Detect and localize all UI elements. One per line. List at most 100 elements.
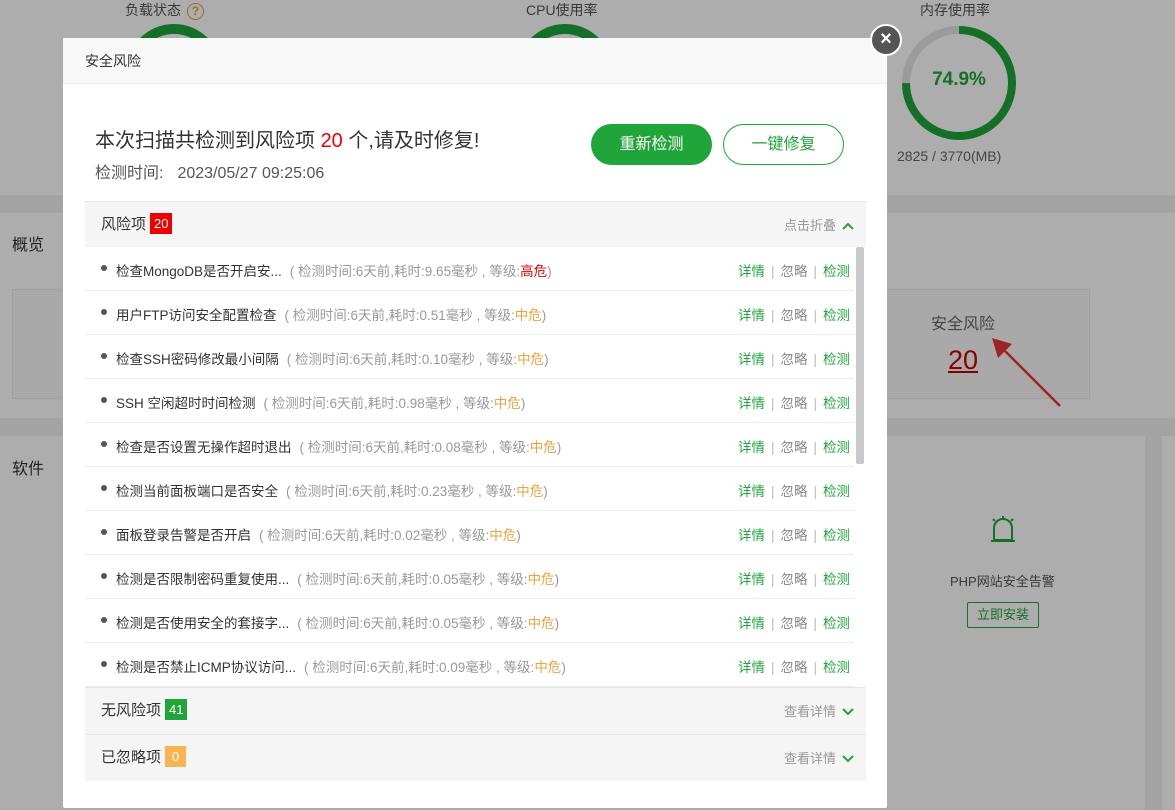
ignored-count-badge: 0 <box>165 746 187 767</box>
risk-item-actions: 详情 | 忽略 | 检测 <box>738 656 850 676</box>
separator: | <box>813 528 817 543</box>
risk-level: 中危 <box>493 396 521 411</box>
separator: | <box>813 352 817 367</box>
ignore-link[interactable]: 忽略 <box>780 440 807 455</box>
risk-item-meta: ( 检测时间:6天前,耗时:0.51毫秒 , 等级:中危) <box>284 308 547 323</box>
separator: | <box>813 396 817 411</box>
risk-level: 中危 <box>517 352 545 367</box>
separator: | <box>770 572 775 587</box>
bullet-icon <box>101 353 107 359</box>
risk-item: 检查是否设置无操作超时退出 ( 检测时间:6天前,耗时:0.08毫秒 , 等级:中… <box>85 423 854 467</box>
risk-item: 检测当前面板端口是否安全 ( 检测时间:6天前,耗时:0.23毫秒 , 等级:中危… <box>85 467 854 511</box>
ignore-link[interactable]: 忽略 <box>780 264 807 279</box>
ignore-link[interactable]: 忽略 <box>780 396 807 411</box>
ignore-link[interactable]: 忽略 <box>780 616 807 631</box>
ignore-link[interactable]: 忽略 <box>780 484 807 499</box>
bullet-icon <box>101 661 107 667</box>
detail-link[interactable]: 详情 <box>738 352 765 367</box>
risk-item-actions: 详情 | 忽略 | 检测 <box>738 568 850 588</box>
detail-link[interactable]: 详情 <box>738 528 765 543</box>
risk-level: 中危 <box>489 528 517 543</box>
expand-toggle[interactable]: 查看详情 <box>784 688 854 735</box>
detail-link[interactable]: 详情 <box>738 264 765 279</box>
ignored-group-header[interactable]: 已忽略项 0 查看详情 <box>85 734 866 781</box>
detail-link[interactable]: 详情 <box>738 660 765 675</box>
dialog-title: 安全风险 <box>63 38 887 84</box>
risk-item-actions: 详情 | 忽略 | 检测 <box>738 304 850 324</box>
risk-item-actions: 详情 | 忽略 | 检测 <box>738 348 850 368</box>
ignore-link[interactable]: 忽略 <box>780 308 807 323</box>
risk-group-label: 风险项 <box>101 216 147 233</box>
rescan-button[interactable]: 重新检测 <box>591 124 712 165</box>
risk-item: 检测是否禁止ICMP协议访问... ( 检测时间:6天前,耗时:0.09毫秒 , … <box>85 643 854 687</box>
risk-item-name: 用户FTP访问安全配置检查 <box>116 308 277 323</box>
check-link[interactable]: 检测 <box>823 440 850 455</box>
check-link[interactable]: 检测 <box>823 484 850 499</box>
ignore-link[interactable]: 忽略 <box>780 660 807 675</box>
separator: | <box>770 396 775 411</box>
bullet-icon <box>101 397 107 403</box>
list-scrollbar[interactable] <box>856 247 864 464</box>
ignore-link[interactable]: 忽略 <box>780 528 807 543</box>
risk-item-name: 检查SSH密码修改最小间隔 <box>116 352 279 367</box>
separator: | <box>770 616 775 631</box>
risk-level: 中危 <box>527 616 555 631</box>
risk-item: 检测是否使用安全的套接字... ( 检测时间:6天前,耗时:0.05毫秒 , 等级… <box>85 599 854 643</box>
risk-level: 中危 <box>529 440 557 455</box>
summary-text: 本次扫描共检测到风险项 20 个,请及时修复! <box>95 130 480 152</box>
ignore-link[interactable]: 忽略 <box>780 572 807 587</box>
risk-count-badge: 20 <box>150 213 173 234</box>
separator: | <box>770 308 775 323</box>
risk-level: 中危 <box>534 660 562 675</box>
separator: | <box>813 440 817 455</box>
risk-level: 中危 <box>514 308 542 323</box>
check-link[interactable]: 检测 <box>823 528 850 543</box>
check-link[interactable]: 检测 <box>823 660 850 675</box>
risk-item-name: 检测是否禁止ICMP协议访问... <box>116 660 297 675</box>
safe-group-label: 无风险项 <box>101 702 162 719</box>
separator: | <box>770 352 775 367</box>
detail-link[interactable]: 详情 <box>738 440 765 455</box>
separator: | <box>770 660 775 675</box>
fix-all-button[interactable]: 一键修复 <box>723 124 844 165</box>
risk-item-actions: 详情 | 忽略 | 检测 <box>738 392 850 412</box>
risk-list: 检查MongoDB是否开启安... ( 检测时间:6天前,耗时:9.65毫秒 , … <box>85 247 866 687</box>
detail-link[interactable]: 详情 <box>738 616 765 631</box>
ignore-link[interactable]: 忽略 <box>780 352 807 367</box>
safe-group-header[interactable]: 无风险项 41 查看详情 <box>85 687 866 734</box>
risk-item-meta: ( 检测时间:6天前,耗时:0.08毫秒 , 等级:中危) <box>299 440 562 455</box>
check-link[interactable]: 检测 <box>823 396 850 411</box>
risk-level: 中危 <box>527 572 555 587</box>
risk-item-actions: 详情 | 忽略 | 检测 <box>738 524 850 544</box>
bullet-icon <box>101 529 107 535</box>
collapse-toggle[interactable]: 点击折叠 <box>784 202 854 249</box>
check-link[interactable]: 检测 <box>823 572 850 587</box>
check-link[interactable]: 检测 <box>823 352 850 367</box>
risk-level: 高危 <box>520 264 548 279</box>
bullet-icon <box>101 265 107 271</box>
separator: | <box>813 484 817 499</box>
chevron-down-icon <box>842 735 854 781</box>
detail-link[interactable]: 详情 <box>738 396 765 411</box>
bullet-icon <box>101 485 107 491</box>
risk-item-name: 检测是否限制密码重复使用... <box>116 572 290 587</box>
risk-group-header[interactable]: 风险项 20 点击折叠 <box>85 201 866 248</box>
separator: | <box>770 528 775 543</box>
separator: | <box>813 660 817 675</box>
bullet-icon <box>101 309 107 315</box>
risk-item-name: 面板登录告警是否开启 <box>116 528 251 543</box>
close-icon[interactable]: × <box>870 24 902 56</box>
expand-toggle[interactable]: 查看详情 <box>784 735 854 782</box>
risk-item-name: 检查是否设置无操作超时退出 <box>116 440 292 455</box>
risk-item-meta: ( 检测时间:6天前,耗时:0.02毫秒 , 等级:中危) <box>259 528 521 543</box>
detail-link[interactable]: 详情 <box>738 484 765 499</box>
chevron-down-icon <box>842 688 854 734</box>
separator: | <box>813 264 817 279</box>
risk-item-meta: ( 检测时间:6天前,耗时:9.65毫秒 , 等级:高危) <box>289 264 552 279</box>
check-link[interactable]: 检测 <box>823 308 850 323</box>
risk-item-meta: ( 检测时间:6天前,耗时:0.09毫秒 , 等级:中危) <box>304 660 566 675</box>
check-link[interactable]: 检测 <box>823 264 850 279</box>
detail-link[interactable]: 详情 <box>738 308 765 323</box>
check-link[interactable]: 检测 <box>823 616 850 631</box>
detail-link[interactable]: 详情 <box>738 572 765 587</box>
